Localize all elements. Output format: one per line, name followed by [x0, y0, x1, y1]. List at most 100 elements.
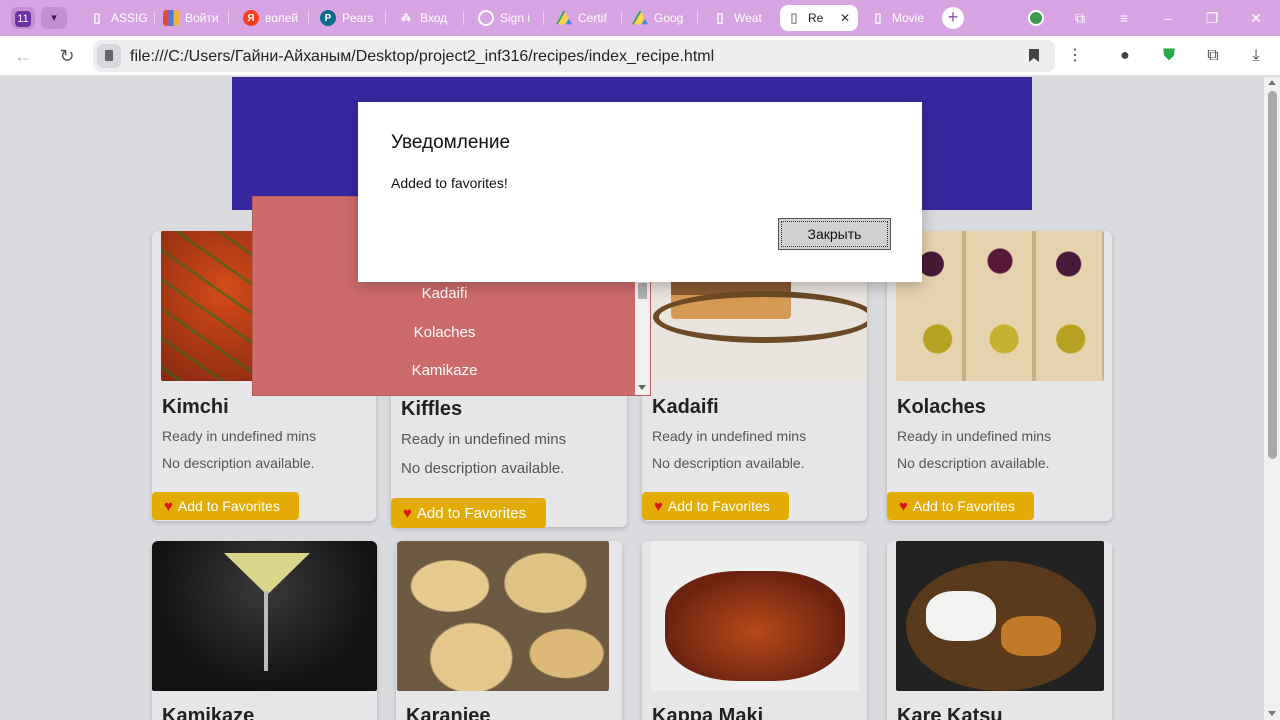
- recipe-title: Kare Katsu: [897, 705, 1003, 720]
- tab-title: Goog: [654, 11, 684, 25]
- add-to-favorites-button[interactable]: ♥ Add to Favorites: [391, 498, 546, 528]
- browser-tab[interactable]: ⁂ Вход: [392, 5, 464, 31]
- dropdown-item[interactable]: Kolaches: [253, 324, 636, 341]
- recipe-photo: [896, 541, 1104, 691]
- recipe-title: Kamikaze: [162, 705, 255, 720]
- recipe-photo: [152, 541, 377, 691]
- extension-icon[interactable]: [1026, 8, 1046, 28]
- new-tab-plus-icon[interactable]: +: [942, 7, 964, 29]
- close-window-icon[interactable]: ✕: [1246, 8, 1266, 28]
- shield-check-icon[interactable]: ⛊: [1157, 44, 1181, 68]
- tab-title: ASSIG: [111, 11, 148, 25]
- recipe-description: No description available.: [652, 455, 805, 471]
- dropdown-scrollbar-thumb[interactable]: [638, 283, 647, 299]
- address-bar-row: ← ↻ file:///C:/Users/Гайни-Айханым/Deskt…: [0, 36, 1280, 76]
- favorites-label: Add to Favorites: [416, 504, 527, 522]
- favorites-label: Add to Favorites: [177, 498, 280, 514]
- document-icon: ▯: [93, 10, 101, 25]
- dropdown-item[interactable]: Kadaifi: [253, 285, 636, 302]
- lightbulb-icon[interactable]: ●: [1113, 44, 1137, 68]
- tab-title: Вход: [420, 11, 448, 25]
- tab-count: 11: [15, 11, 31, 27]
- menu-icon[interactable]: ≡: [1114, 8, 1134, 28]
- recipe-time: Ready in undefined mins: [162, 428, 317, 444]
- heart-icon: ♥: [899, 497, 908, 515]
- dropdown-item[interactable]: Kamikaze: [253, 362, 636, 379]
- browser-tab[interactable]: Goog: [626, 5, 698, 31]
- tab-strip: 11 ▾ ▯ ASSIG Войти Я волей P Pears ⁂ Вхо…: [0, 0, 1280, 36]
- heart-icon: ♥: [403, 504, 412, 522]
- scroll-down-arrow-icon[interactable]: [638, 385, 646, 390]
- heart-icon: ♥: [654, 497, 663, 515]
- tab-counter-button[interactable]: 11: [11, 7, 35, 29]
- google-drive-icon: [632, 10, 648, 25]
- browser-tab[interactable]: ▯ Movie: [864, 5, 936, 31]
- browser-tab[interactable]: ▯ ASSIG: [83, 5, 155, 31]
- scrollbar-thumb[interactable]: [1268, 91, 1277, 459]
- recipe-photo: [896, 231, 1104, 381]
- close-tab-icon[interactable]: ✕: [840, 11, 850, 25]
- alert-dialog: Уведомление Added to favorites! Закрыть: [358, 102, 922, 282]
- tab-title: Certif: [578, 11, 607, 25]
- back-arrow-icon[interactable]: ←: [11, 44, 35, 68]
- dialog-close-button[interactable]: Закрыть: [778, 218, 891, 250]
- recipe-card: Kappa Maki: [642, 541, 867, 720]
- minimize-icon[interactable]: –: [1158, 8, 1178, 28]
- browser-tab[interactable]: Войти: [157, 5, 229, 31]
- recipe-card: Kamikaze: [152, 541, 377, 720]
- tab-title: Pears: [342, 11, 374, 25]
- bar-chart-icon: [163, 10, 179, 26]
- recipe-card: Kare Katsu: [887, 541, 1112, 720]
- recipe-title: Kappa Maki: [652, 705, 764, 720]
- document-icon: ▯: [874, 10, 882, 25]
- translate-icon[interactable]: ⧉: [1201, 44, 1225, 68]
- document-icon: ▯: [790, 10, 798, 25]
- browser-tab[interactable]: ▯ Weat: [706, 5, 778, 31]
- more-vertical-icon[interactable]: ⋮: [1063, 44, 1087, 68]
- tab-title: Weat: [734, 11, 762, 25]
- tab-title: Войти: [185, 11, 219, 25]
- browser-tab[interactable]: Certif: [550, 5, 622, 31]
- recipe-photo: [397, 541, 609, 691]
- recipe-description: No description available.: [401, 460, 565, 477]
- add-to-favorites-button[interactable]: ♥ Add to Favorites: [152, 492, 299, 520]
- page-scrollbar[interactable]: [1264, 77, 1280, 720]
- tab-title: волей: [265, 11, 299, 25]
- recipe-title: Karanjee: [406, 705, 491, 720]
- favorites-label: Add to Favorites: [667, 498, 770, 514]
- recipe-photo: [651, 541, 859, 691]
- yandex-icon: Я: [243, 10, 259, 26]
- download-icon[interactable]: ⤓: [1244, 44, 1268, 68]
- favorites-label: Add to Favorites: [912, 498, 1015, 514]
- recipe-card: Karanjee: [396, 541, 622, 720]
- browser-tab[interactable]: Sign i: [472, 5, 544, 31]
- chevron-down-icon[interactable]: ▾: [41, 7, 67, 29]
- url-text[interactable]: file:///C:/Users/Гайни-Айханым/Desktop/p…: [130, 48, 714, 66]
- add-to-favorites-button[interactable]: ♥ Add to Favorites: [642, 492, 789, 520]
- heart-icon: ♥: [164, 497, 173, 515]
- add-to-favorites-button[interactable]: ♥ Add to Favorites: [887, 492, 1034, 520]
- google-drive-icon: [556, 10, 572, 25]
- tab-title: Movie: [892, 11, 925, 25]
- reload-icon[interactable]: ↻: [55, 44, 79, 68]
- recipe-description: No description available.: [897, 455, 1050, 471]
- file-icon: [97, 44, 121, 68]
- address-bar[interactable]: file:///C:/Users/Гайни-Айханым/Desktop/p…: [93, 40, 1055, 72]
- tab-title: Re: [808, 11, 824, 25]
- collections-icon[interactable]: ⧉: [1070, 8, 1090, 28]
- dialog-title: Уведомление: [391, 132, 511, 153]
- recipe-time: Ready in undefined mins: [897, 428, 1052, 444]
- scroll-up-arrow-icon[interactable]: [1268, 80, 1276, 85]
- browser-tab[interactable]: Я волей: [237, 5, 309, 31]
- browser-tab-active[interactable]: ▯ Re ✕: [780, 5, 858, 31]
- dialog-message: Added to favorites!: [391, 175, 508, 191]
- recipe-title: Kadaifi: [652, 396, 719, 418]
- document-icon: ▯: [716, 10, 724, 25]
- scroll-down-arrow-icon[interactable]: [1268, 711, 1276, 716]
- bookmark-icon[interactable]: [1029, 49, 1039, 62]
- recipe-time: Ready in undefined mins: [401, 431, 567, 448]
- restore-icon[interactable]: ❐: [1202, 8, 1222, 28]
- browser-tab[interactable]: P Pears: [314, 5, 386, 31]
- pearson-icon: P: [320, 10, 336, 26]
- recipe-time: Ready in undefined mins: [652, 428, 807, 444]
